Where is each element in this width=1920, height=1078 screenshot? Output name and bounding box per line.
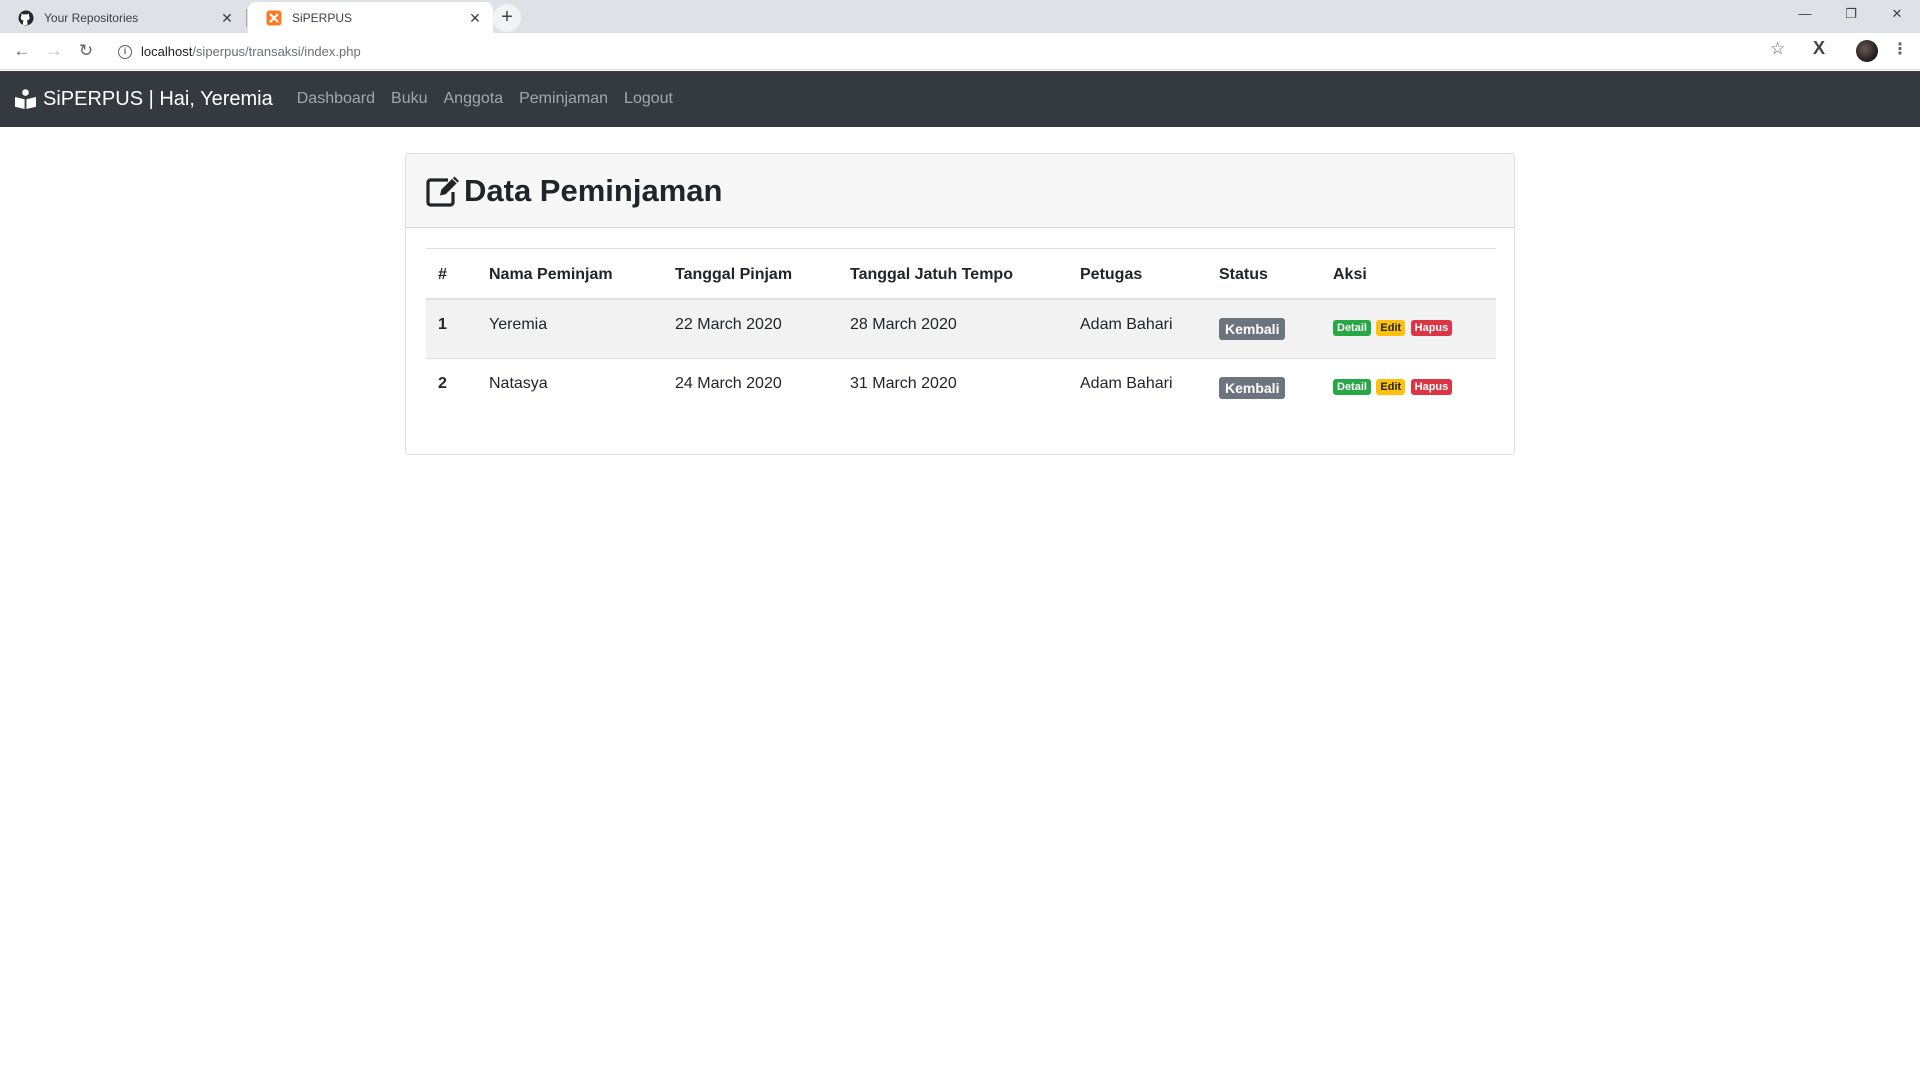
browser-tab-bar: Your Repositories ✕ SiPERPUS ✕ + — ❐ ✕ (0, 0, 1920, 33)
book-reader-icon (15, 89, 36, 109)
back-icon[interactable]: ← (10, 39, 34, 63)
tab-title: SiPERPUS (292, 10, 353, 25)
row-number: 2 (426, 358, 477, 419)
extension-icon[interactable]: X (1813, 38, 1825, 59)
row-number: 1 (426, 298, 477, 359)
xampp-icon (266, 10, 282, 26)
card-header: Data Peminjaman (406, 154, 1514, 228)
bookmark-star-icon[interactable]: ☆ (1770, 39, 1785, 59)
hapus-button[interactable]: Hapus (1410, 379, 1453, 395)
tab-title: Your Repositories (44, 10, 139, 25)
tanggal-jatuh-tempo: 28 March 2020 (838, 298, 1068, 359)
column-header-petugas: Petugas (1068, 248, 1207, 300)
url-path: /siperpus/transaksi/index.php (192, 44, 361, 59)
url-host: localhost (141, 44, 193, 59)
tanggal-jatuh-tempo: 31 March 2020 (838, 358, 1068, 419)
close-tab-icon[interactable]: ✕ (467, 10, 483, 26)
restore-icon[interactable]: ❐ (1828, 0, 1874, 30)
column-header-no: # (426, 248, 477, 300)
browser-toolbar: ← → ↻ i localhost/siperpus/transaksi/ind… (0, 33, 1920, 70)
tanggal-pinjam: 22 March 2020 (663, 298, 838, 359)
edit-icon (426, 175, 462, 207)
table-row: 2 Natasya 24 March 2020 31 March 2020 Ad… (426, 358, 1496, 419)
nama-peminjam: Natasya (477, 358, 663, 419)
column-header-tgl-tempo: Tanggal Jatuh Tempo (838, 248, 1068, 300)
nama-peminjam: Yeremia (477, 298, 663, 359)
nav-link-anggota[interactable]: Anggota (436, 90, 512, 108)
petugas: Adam Bahari (1068, 358, 1207, 419)
close-window-icon[interactable]: ✕ (1874, 0, 1920, 30)
tab-divider (246, 9, 247, 27)
github-icon (18, 10, 34, 26)
address-bar[interactable]: i localhost/siperpus/transaksi/index.php (108, 37, 1788, 66)
column-header-status: Status (1207, 248, 1321, 300)
detail-button[interactable]: Detail (1333, 379, 1371, 395)
aksi-cell: Detail Edit Hapus (1321, 298, 1496, 359)
nav-link-dashboard[interactable]: Dashboard (289, 90, 383, 108)
nav-link-peminjaman[interactable]: Peminjaman (511, 90, 616, 108)
nav-link-logout[interactable]: Logout (616, 90, 681, 108)
minimize-icon[interactable]: — (1782, 0, 1828, 30)
table-header-row: # Nama Peminjam Tanggal Pinjam Tanggal J… (426, 248, 1496, 300)
status-badge: Kembali (1219, 377, 1286, 399)
status-cell: Kembali (1207, 358, 1321, 419)
forward-icon[interactable]: → (42, 39, 66, 63)
status-cell: Kembali (1207, 298, 1321, 359)
nav-links: Dashboard Buku Anggota Peminjaman Logout (289, 90, 681, 108)
nav-link-buku[interactable]: Buku (383, 90, 435, 108)
tab-your-repositories[interactable]: Your Repositories ✕ (0, 2, 245, 33)
detail-button[interactable]: Detail (1333, 319, 1371, 336)
info-icon[interactable]: i (118, 44, 132, 59)
table-row: 1 Yeremia 22 March 2020 28 March 2020 Ad… (426, 298, 1496, 359)
column-header-tgl-pinjam: Tanggal Pinjam (663, 248, 838, 300)
hapus-button[interactable]: Hapus (1410, 319, 1453, 336)
column-header-aksi: Aksi (1321, 248, 1496, 300)
page-title-text: Data Peminjaman (464, 172, 723, 208)
edit-button[interactable]: Edit (1376, 319, 1406, 336)
reload-icon[interactable]: ↻ (74, 39, 98, 63)
app-navbar: SiPERPUS | Hai, Yeremia Dashboard Buku A… (0, 71, 1920, 127)
brand-text: SiPERPUS | Hai, Yeremia (43, 87, 273, 110)
page-title: Data Peminjaman (426, 173, 722, 209)
profile-avatar[interactable] (1856, 40, 1878, 62)
edit-button[interactable]: Edit (1376, 379, 1406, 395)
aksi-cell: Detail Edit Hapus (1321, 358, 1496, 419)
new-tab-button[interactable]: + (493, 4, 521, 32)
peminjaman-table: # Nama Peminjam Tanggal Pinjam Tanggal J… (426, 248, 1496, 419)
menu-kebab-icon[interactable]: ⋮ (1892, 39, 1908, 59)
status-badge: Kembali (1219, 317, 1286, 340)
tab-siperpus[interactable]: SiPERPUS ✕ (248, 2, 493, 33)
card-body: # Nama Peminjam Tanggal Pinjam Tanggal J… (406, 228, 1514, 439)
navbar-brand[interactable]: SiPERPUS | Hai, Yeremia (15, 88, 273, 111)
column-header-nama: Nama Peminjam (477, 248, 663, 300)
close-tab-icon[interactable]: ✕ (219, 10, 235, 26)
petugas: Adam Bahari (1068, 298, 1207, 359)
tanggal-pinjam: 24 March 2020 (663, 358, 838, 419)
peminjaman-card: Data Peminjaman # Nama Peminjam Tanggal … (405, 153, 1515, 455)
